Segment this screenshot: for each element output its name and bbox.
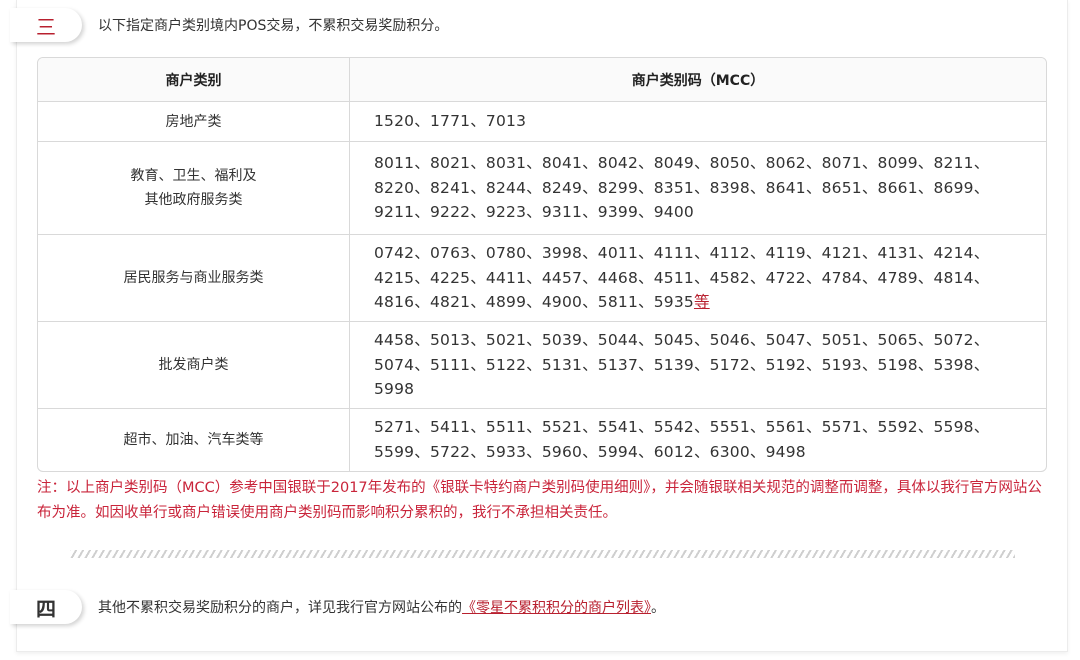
section-4-text-before: 其他不累积交易奖励积分的商户，详见我行官方网站公布的 xyxy=(98,600,462,616)
category-line: 教育、卫生、福利及 xyxy=(130,168,257,184)
dashed-divider xyxy=(70,550,1015,558)
section-4-text: 其他不累积交易奖励积分的商户，详见我行官方网站公布的《零星不累积积分的商户列表》… xyxy=(98,597,665,617)
category-cell: 超市、加油、汽车类等 xyxy=(38,408,350,471)
category-cell: 教育、卫生、福利及 其他政府服务类 xyxy=(38,142,350,235)
section-4-badge: 四 xyxy=(10,590,82,624)
codes-cell: 0742、0763、0780、3998、4011、4111、4112、4119、… xyxy=(350,235,1046,322)
table-row: 房地产类 1520、1771、7013 xyxy=(38,102,1046,142)
table-header-row: 商户类别 商户类别码（MCC） xyxy=(38,58,1046,102)
table-row: 批发商户类 4458、5013、5021、5039、5044、5045、5046… xyxy=(38,322,1046,409)
codes-etc-link[interactable]: 等 xyxy=(694,293,710,311)
mcc-table: 商户类别 商户类别码（MCC） 房地产类 1520、1771、7013 教育、卫… xyxy=(37,57,1047,472)
header-mcc: 商户类别码（MCC） xyxy=(350,58,1046,102)
category-cell: 批发商户类 xyxy=(38,322,350,409)
table-row: 教育、卫生、福利及 其他政府服务类 8011、8021、8031、8041、80… xyxy=(38,142,1046,235)
codes-cell: 4458、5013、5021、5039、5044、5045、5046、5047、… xyxy=(350,322,1046,409)
category-cell: 房地产类 xyxy=(38,102,350,142)
section-3-header: 三 以下指定商户类别境内POS交易，不累积交易奖励积分。 xyxy=(10,8,448,42)
section-3-badge: 三 xyxy=(10,8,82,42)
table-row: 超市、加油、汽车类等 5271、5411、5511、5521、5541、5542… xyxy=(38,408,1046,471)
merchant-list-link[interactable]: 《零星不累积积分的商户列表》 xyxy=(462,600,651,616)
section-4-header: 四 其他不累积交易奖励积分的商户，详见我行官方网站公布的《零星不累积积分的商户列… xyxy=(10,590,665,624)
section-4-text-after: 。 xyxy=(651,600,665,616)
category-line: 其他政府服务类 xyxy=(144,192,243,208)
header-category: 商户类别 xyxy=(38,58,350,102)
codes-text: 0742、0763、0780、3998、4011、4111、4112、4119、… xyxy=(374,244,990,312)
category-cell: 居民服务与商业服务类 xyxy=(38,235,350,322)
table-row: 居民服务与商业服务类 0742、0763、0780、3998、4011、4111… xyxy=(38,235,1046,322)
codes-cell: 5271、5411、5511、5521、5541、5542、5551、5561、… xyxy=(374,418,990,461)
mcc-note: 注：以上商户类别码（MCC）参考中国银联于2017年发布的《银联卡特约商户类别码… xyxy=(37,480,1042,521)
codes-cell: 8011、8021、8031、8041、8042、8049、8050、8062、… xyxy=(350,142,1046,235)
section-3-text: 以下指定商户类别境内POS交易，不累积交易奖励积分。 xyxy=(98,18,449,34)
codes-cell: 1520、1771、7013 xyxy=(350,102,1046,142)
